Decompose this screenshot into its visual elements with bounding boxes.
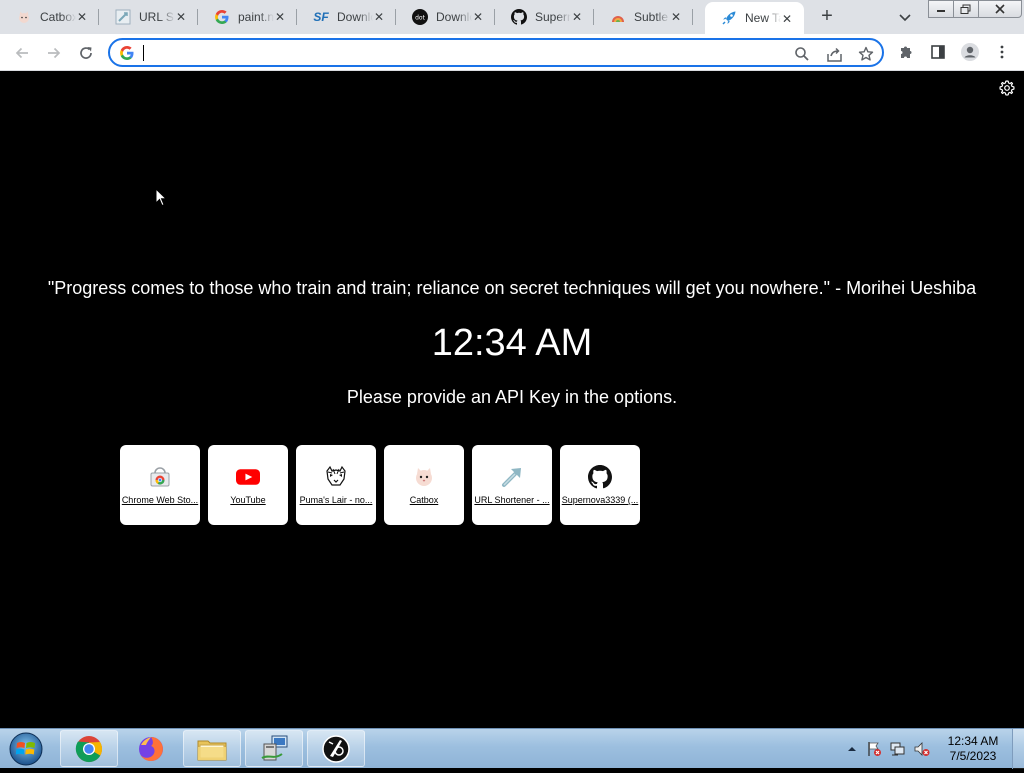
tab-subtle[interactable]: Subtle ✕: [594, 0, 693, 34]
taskbar-chrome-icon[interactable]: [60, 730, 118, 767]
google-favicon-icon: [214, 9, 230, 25]
taskbar-network-app-icon[interactable]: [245, 730, 303, 767]
shortcut-youtube[interactable]: YouTube: [208, 445, 288, 525]
mouse-cursor-icon: [155, 187, 168, 207]
restore-window-icon[interactable]: [953, 0, 979, 18]
show-desktop-button[interactable]: [1012, 729, 1024, 769]
tab-strip: Catbox ✕ URL Shortener ✕ paint.net ✕ SF …: [0, 0, 1024, 34]
catbox-icon: [412, 465, 436, 489]
tab-separator: [692, 9, 693, 25]
side-panel-icon[interactable]: [928, 42, 948, 62]
google-icon: [119, 45, 135, 61]
shortcut-label: YouTube: [230, 495, 266, 505]
new-tab-button[interactable]: +: [814, 5, 840, 29]
taskbar-clock[interactable]: 12:34 AM 7/5/2023: [940, 734, 1006, 764]
taskbar-time: 12:34 AM: [947, 734, 999, 748]
tab-close-icon[interactable]: ✕: [174, 10, 188, 24]
taskbar-inkscape-icon[interactable]: [307, 730, 365, 767]
shortcut-url-shortener[interactable]: URL Shortener - ...: [472, 445, 552, 525]
clock-display: 12:34 AM: [431, 322, 593, 364]
taskbar-date: 7/5/2023: [949, 749, 997, 763]
tab-search-chevron-icon[interactable]: [896, 8, 914, 26]
profile-avatar-icon[interactable]: [960, 42, 980, 62]
back-arrow-icon[interactable]: [9, 40, 35, 66]
tab-url-shortener[interactable]: URL Shortener ✕: [99, 0, 198, 34]
volume-muted-icon[interactable]: [914, 741, 930, 757]
sourceforge-favicon-icon: SF: [313, 10, 329, 24]
tab-title: Supernova: [535, 10, 571, 24]
tab-sourceforge-download[interactable]: SF Download ✕: [297, 0, 396, 34]
chrome-web-store-icon: [148, 465, 172, 489]
bookmark-star-icon[interactable]: [856, 44, 876, 64]
url-shortener-favicon-icon: [115, 9, 131, 25]
cat-favicon-icon: [16, 9, 32, 25]
zoom-icon[interactable]: [792, 44, 812, 64]
windows-taskbar: 12:34 AM 7/5/2023: [0, 728, 1024, 769]
shortcut-label: Supernova3339 (...: [561, 495, 639, 505]
tab-title: paint.net: [238, 10, 274, 24]
browser-menu-icon[interactable]: [992, 42, 1012, 62]
puma-icon: [324, 465, 348, 489]
tab-title: Catbox: [40, 10, 76, 24]
address-bar[interactable]: [108, 38, 884, 67]
tab-close-icon[interactable]: ✕: [273, 10, 287, 24]
youtube-icon: [236, 465, 260, 489]
new-tab-page: "Progress comes to those who train and t…: [0, 71, 1024, 728]
github-favicon-icon: [511, 9, 527, 25]
shortcut-pumas-lair[interactable]: Puma's Lair - no...: [296, 445, 376, 525]
tab-close-icon[interactable]: ✕: [780, 12, 794, 26]
tab-close-icon[interactable]: ✕: [570, 10, 584, 24]
github-icon: [588, 465, 612, 489]
shortcuts-grid: Chrome Web Sto... YouTube Puma's Lair - …: [120, 445, 640, 525]
quote-text: "Progress comes to those who train and t…: [47, 278, 977, 298]
tab-paint-net[interactable]: paint.net ✕: [198, 0, 297, 34]
svg-text:dot: dot: [415, 15, 425, 22]
show-hidden-icons-icon[interactable]: [844, 741, 860, 757]
shortcut-supernova3339[interactable]: Supernova3339 (...: [560, 445, 640, 525]
dotnet-favicon-icon: dot: [412, 9, 428, 25]
settings-gear-icon[interactable]: [999, 80, 1015, 96]
text-caret: [143, 45, 144, 61]
start-button-windows-icon[interactable]: [6, 730, 46, 768]
close-window-icon[interactable]: [978, 0, 1022, 18]
minimize-window-icon[interactable]: [928, 0, 954, 18]
tab-github-supernova[interactable]: Supernova ✕: [495, 0, 594, 34]
tab-title: URL Shortener: [139, 10, 175, 24]
shortcut-catbox[interactable]: Catbox: [384, 445, 464, 525]
tab-title: Download: [337, 10, 373, 24]
subtle-favicon-icon: [610, 9, 626, 25]
tab-dotnet-download[interactable]: dot Download ✕: [396, 0, 495, 34]
tab-close-icon[interactable]: ✕: [75, 10, 89, 24]
browser-toolbar: [0, 34, 1024, 71]
share-icon[interactable]: [824, 44, 844, 64]
tab-title: Download: [436, 10, 472, 24]
tab-close-icon[interactable]: ✕: [471, 10, 485, 24]
address-input[interactable]: [142, 43, 782, 63]
shortcut-label: Catbox: [409, 495, 439, 505]
tab-close-icon[interactable]: ✕: [372, 10, 386, 24]
rocket-favicon-icon: [721, 10, 737, 26]
network-status-icon[interactable]: [890, 741, 906, 757]
shortcut-chrome-web-store[interactable]: Chrome Web Sto...: [120, 445, 200, 525]
tab-close-icon[interactable]: ✕: [669, 10, 683, 24]
reload-icon[interactable]: [73, 40, 99, 66]
taskbar-firefox-icon[interactable]: [122, 730, 180, 767]
tab-title: New Tab: [745, 11, 781, 25]
api-key-notice: Please provide an API Key in the options…: [346, 387, 678, 407]
taskbar-file-explorer-icon[interactable]: [183, 730, 241, 767]
shortcut-label: URL Shortener - ...: [474, 495, 550, 505]
tab-title: Subtle: [634, 10, 669, 24]
extensions-puzzle-icon[interactable]: [896, 42, 916, 62]
tab-new-tab[interactable]: New Tab ✕: [705, 2, 804, 34]
shortcut-label: Chrome Web Sto...: [121, 495, 199, 505]
action-center-flag-icon[interactable]: [866, 741, 882, 757]
tab-catbox[interactable]: Catbox ✕: [0, 0, 99, 34]
url-shortener-icon: [500, 465, 524, 489]
forward-arrow-icon[interactable]: [41, 40, 67, 66]
shortcut-label: Puma's Lair - no...: [299, 495, 373, 505]
